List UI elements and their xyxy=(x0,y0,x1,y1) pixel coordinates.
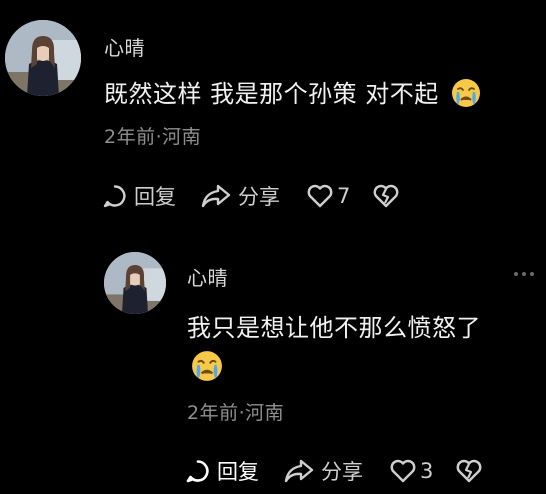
comment-text: 既然这样 我是那个孙策 对不起 xyxy=(104,74,481,109)
username[interactable]: 心晴 xyxy=(187,262,228,291)
broken-heart-icon xyxy=(373,184,399,208)
heart-icon xyxy=(390,459,416,483)
reply-label: 回复 xyxy=(134,185,176,209)
heart-icon xyxy=(307,184,333,208)
share-label: 分享 xyxy=(321,460,363,484)
comment-actions: 回复 分享 3 xyxy=(185,455,483,487)
like-button[interactable]: 7 xyxy=(306,183,350,209)
more-dot-icon xyxy=(514,272,518,276)
reply-icon xyxy=(103,185,126,208)
comment-meta: 2年前·河南 xyxy=(187,402,285,424)
comment-actions: 回复 分享 7 xyxy=(102,180,400,212)
more-options-button[interactable] xyxy=(514,272,534,276)
avatar[interactable] xyxy=(5,20,81,96)
share-icon xyxy=(284,459,314,483)
dislike-button[interactable] xyxy=(455,458,483,484)
username[interactable]: 心晴 xyxy=(104,32,145,61)
like-count: 7 xyxy=(337,184,351,208)
avatar-image xyxy=(5,20,81,96)
crying-face-icon xyxy=(451,79,480,107)
share-button[interactable]: 分享 xyxy=(283,456,363,486)
more-dot-icon xyxy=(530,272,534,276)
comment-text: 我只是想让他不那么愤怒了 xyxy=(187,314,481,342)
share-label: 分享 xyxy=(238,185,280,209)
like-button[interactable]: 3 xyxy=(389,458,433,484)
reply-button[interactable]: 回复 xyxy=(185,456,259,486)
avatar-image xyxy=(104,252,166,314)
comment-meta: 2年前·河南 xyxy=(104,126,202,148)
dislike-button[interactable] xyxy=(372,183,400,209)
broken-heart-icon xyxy=(456,459,482,483)
share-button[interactable]: 分享 xyxy=(200,181,280,211)
share-icon xyxy=(201,184,231,208)
reply-label: 回复 xyxy=(217,460,259,484)
reply-button[interactable]: 回复 xyxy=(102,181,176,211)
more-dot-icon xyxy=(522,272,526,276)
reply-icon xyxy=(186,460,209,483)
like-count: 3 xyxy=(420,459,434,483)
crying-face-icon xyxy=(192,351,222,381)
avatar[interactable] xyxy=(104,252,166,314)
comment-text-content: 既然这样 我是那个孙策 对不起 xyxy=(104,80,439,108)
